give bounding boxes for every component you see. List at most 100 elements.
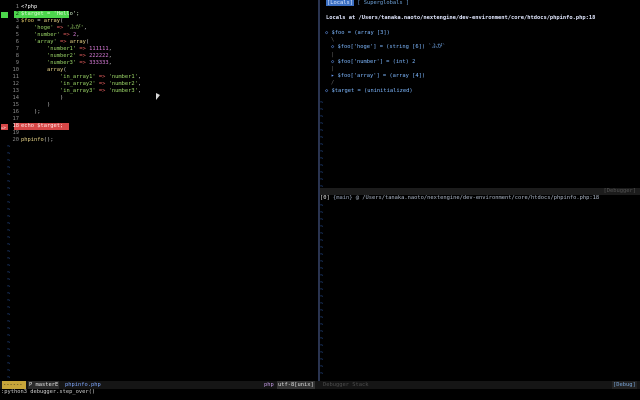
empty-line-marker: ~ [0, 172, 318, 179]
token-str: 'number2' [46, 53, 77, 59]
code-text: 'number3' => 333333, [21, 60, 112, 67]
empty-line-marker: ~ [0, 151, 318, 158]
tilde: ~ [320, 203, 324, 209]
line-number: 19 [12, 130, 20, 136]
code-line-2[interactable]: 2 $target = 'Hello'; [1, 11, 79, 18]
locals-tab-bar[interactable]: [Locals] [ Superglobals ] [326, 0, 409, 7]
tilde: ~ [7, 305, 11, 311]
code-line-16[interactable]: 16 ); [0, 109, 318, 116]
empty-line-marker: ~ [0, 347, 318, 354]
token-plain: $target = 'Hello'; [21, 11, 80, 17]
tilde: ~ [320, 350, 324, 356]
tilde: ~ [7, 165, 11, 171]
token-fn: array [46, 67, 64, 73]
token-str: 'in_array2' [59, 81, 96, 87]
tilde: ~ [7, 235, 11, 241]
token-plain: , [108, 53, 112, 59]
empty-line-marker: ~ [0, 312, 318, 319]
token-plain: , [108, 46, 112, 52]
token-plain: , [137, 81, 142, 87]
line-number: 5 [15, 32, 19, 38]
empty-line-marker: ~ [0, 207, 318, 214]
token-php: <?php [21, 4, 38, 10]
line-number: 1 [15, 4, 19, 10]
local-variable-row[interactable]: ▸ $foo['array'] = (array [4]) [331, 73, 425, 80]
superglobals-tab[interactable]: [ Superglobals ] [357, 0, 409, 6]
empty-line-marker: ~ [0, 186, 318, 193]
code-line-3[interactable]: 3 $foo = array( [0, 18, 318, 25]
empty-line-marker: ~ [0, 291, 318, 298]
code-line-19[interactable]: 19 [0, 130, 318, 137]
empty-line-marker: ~ [0, 354, 318, 361]
code-line-11[interactable]: 11 'in_array1' => 'number1', [0, 74, 318, 81]
locals-tab[interactable]: [Locals] [326, 0, 354, 6]
line-number: 12 [12, 81, 20, 87]
code-text: 'hoge' => 'ふが', [21, 25, 87, 32]
stack-frame-row[interactable]: [0] {main} @ /Users/tanaka.naoto/nexteng… [320, 195, 599, 202]
tilde: ~ [320, 322, 324, 328]
tilde: ~ [7, 249, 11, 255]
local-variable-row[interactable]: ◇ $foo['number'] = (int) 2 [331, 59, 415, 66]
tilde: ~ [320, 343, 324, 349]
current-line-sign[interactable]: => [1, 123, 8, 130]
command-line[interactable]: :python3 debugger.step_over() [1, 388, 95, 396]
tilde: ~ [320, 149, 324, 155]
tilde: ~ [7, 319, 11, 325]
empty-line-marker: ~ [0, 242, 318, 249]
code-line-5[interactable]: 5 'number' => 2, [0, 32, 318, 39]
code-text: $target = 'Hello'; [21, 11, 79, 18]
tilde: ~ [320, 245, 324, 251]
code-text: 'number' => 2, [21, 32, 79, 39]
code-line-17[interactable]: 17 [0, 116, 318, 123]
tilde: ~ [320, 259, 324, 265]
empty-line-marker: ~ [0, 368, 318, 375]
empty-line-marker: ~ [0, 228, 318, 235]
token-plain: (); [43, 137, 54, 143]
local-variable-row[interactable]: ◇ $foo['hoge'] = (string [6]) `ふが` [331, 44, 446, 51]
breakpoint-sign[interactable] [1, 11, 8, 18]
line-number: 14 [12, 95, 20, 101]
tree-connector: | [331, 66, 334, 73]
tree-line: / [331, 80, 335, 87]
tilde: ~ [320, 280, 324, 286]
token-str: 'number2' [108, 81, 138, 87]
editor-pane[interactable]: 1 <?php 2 $target = 'Hello'; 3 $foo = array(4… [0, 0, 318, 381]
code-line-8[interactable]: 8 'number2' => 222222, [0, 53, 318, 60]
token-plain: = [33, 18, 44, 24]
token-str: 'in_array3' [59, 88, 96, 94]
code-text: ); [21, 109, 41, 116]
code-line-4[interactable]: 4 'hoge' => 'ふが', [0, 25, 318, 32]
tilde: ~ [7, 354, 11, 360]
tilde: ~ [320, 121, 324, 127]
empty-line-marker: ~ [0, 235, 318, 242]
code-text: ) [21, 95, 63, 102]
tilde: ~ [320, 357, 324, 363]
tilde: ~ [320, 371, 324, 377]
code-line-6[interactable]: 6 'array' => array( [0, 39, 318, 46]
code-line-9[interactable]: 9 'number3' => 333333, [0, 60, 318, 67]
line-number: 7 [15, 46, 19, 52]
code-text: ) [21, 102, 50, 109]
tilde: ~ [7, 347, 11, 353]
tilde: ~ [7, 277, 11, 283]
token-op: => [95, 74, 109, 80]
tilde: ~ [7, 284, 11, 290]
code-line-1[interactable]: 1 <?php [0, 4, 318, 11]
code-line-15[interactable]: 15 ) [0, 102, 318, 109]
code-line-10[interactable]: 10 array( [0, 67, 318, 74]
local-variable-row[interactable]: ◇ $foo = (array [3]) [325, 30, 390, 37]
tilde: ~ [7, 172, 11, 178]
token-str: 'ふが' [66, 25, 84, 31]
code-line-7[interactable]: 7 'number1' => 111111, [0, 46, 318, 53]
code-text: 'in_array2' => 'number2', [21, 81, 141, 88]
code-line-12[interactable]: 12 'in_array2' => 'number2', [0, 81, 318, 88]
code-line-20[interactable]: 20 phpinfo(); [0, 137, 318, 144]
token-plain: ( [63, 67, 67, 73]
local-variable-row[interactable]: ◇ $target = (uninitialized) [325, 88, 413, 95]
code-line-18[interactable]: => 18 echo $target; [1, 123, 69, 130]
empty-line-marker: ~ [0, 298, 318, 305]
